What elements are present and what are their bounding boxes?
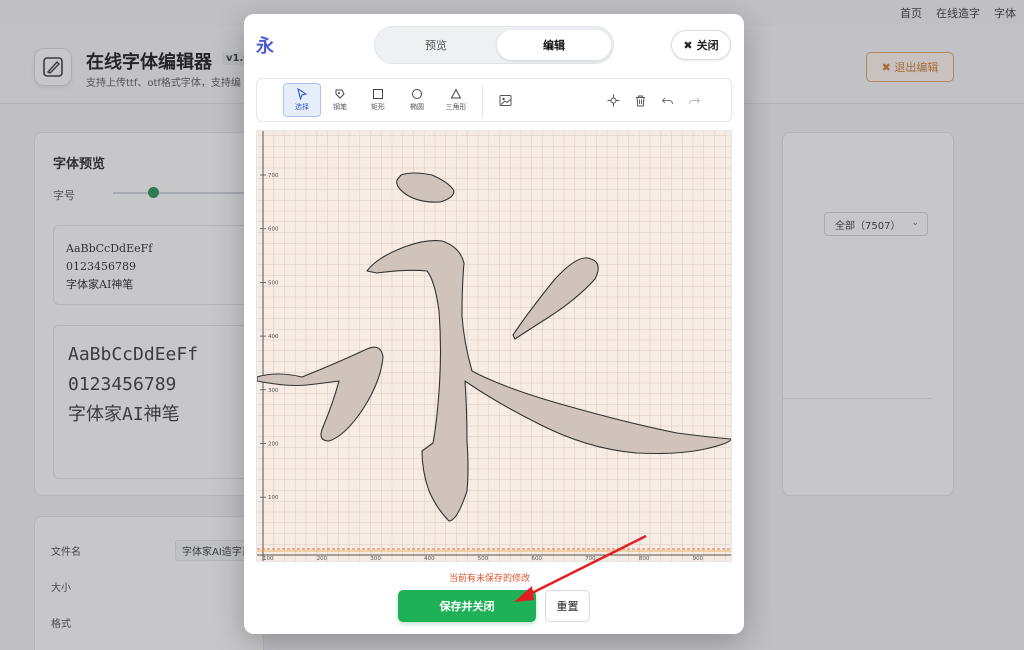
crosshair-icon[interactable] bbox=[605, 92, 621, 108]
pen-icon bbox=[335, 89, 345, 99]
tool-pen[interactable]: 钢笔 bbox=[321, 83, 359, 117]
save-and-close-button[interactable]: 保存并关闭 bbox=[398, 590, 536, 622]
cursor-icon bbox=[297, 88, 308, 100]
x-tick-label: 500 bbox=[478, 556, 489, 561]
tool-label: 矩形 bbox=[371, 103, 385, 111]
close-button[interactable]: ✖ 关闭 bbox=[671, 30, 731, 60]
x-tick-label: 800 bbox=[639, 556, 650, 561]
x-tick-label: 900 bbox=[693, 556, 704, 561]
trash-icon[interactable] bbox=[632, 92, 648, 108]
close-label: 关闭 bbox=[696, 39, 719, 52]
y-tick-label: 100 bbox=[268, 495, 279, 501]
square-icon bbox=[373, 89, 383, 99]
y-tick-label: 200 bbox=[268, 442, 279, 448]
x-tick-label: 300 bbox=[370, 556, 381, 561]
triangle-icon bbox=[450, 88, 462, 99]
y-tick-label: 300 bbox=[268, 388, 279, 394]
mode-switch: 预览 编辑 bbox=[374, 26, 614, 64]
tool-ellipse[interactable]: 椭圆 bbox=[398, 83, 436, 117]
reset-button[interactable]: 重置 bbox=[545, 590, 590, 622]
x-tick-label: 400 bbox=[424, 556, 435, 561]
y-tick-label: 500 bbox=[268, 280, 279, 286]
glyph-canvas-svg[interactable]: 700 600 500 400 300 200 100 100 200 300 400 500 600 7… bbox=[257, 131, 731, 561]
tab-edit[interactable]: 编辑 bbox=[497, 30, 611, 60]
undo-icon[interactable] bbox=[659, 92, 675, 108]
toolbar-divider bbox=[482, 85, 483, 117]
y-tick-label: 400 bbox=[268, 334, 279, 340]
x-tick-label: 200 bbox=[317, 556, 328, 561]
glyph-canvas[interactable]: 700 600 500 400 300 200 100 100 200 300 400 500 600 7… bbox=[256, 130, 732, 562]
close-icon: ✖ bbox=[683, 38, 693, 52]
tool-triangle[interactable]: 三角形 bbox=[437, 83, 475, 117]
circle-icon bbox=[412, 89, 422, 99]
tool-label: 椭圆 bbox=[410, 103, 424, 111]
x-tick-label: 600 bbox=[532, 556, 543, 561]
current-glyph-char: 永 bbox=[256, 36, 274, 57]
glyph-editor-modal: 永 预览 编辑 ✖ 关闭 选择 钢笔 矩形 椭圆 三角形 700 600 500… bbox=[244, 14, 744, 634]
x-tick-label: 100 bbox=[263, 556, 274, 561]
image-icon[interactable] bbox=[497, 92, 513, 108]
tab-preview[interactable]: 预览 bbox=[379, 30, 493, 60]
tool-label: 钢笔 bbox=[333, 103, 347, 111]
tool-select[interactable]: 选择 bbox=[283, 83, 321, 117]
tool-label: 选择 bbox=[295, 103, 309, 111]
tool-label: 三角形 bbox=[445, 103, 467, 111]
y-tick-label: 600 bbox=[268, 227, 279, 233]
editor-toolbar: 选择 钢笔 矩形 椭圆 三角形 bbox=[256, 78, 732, 122]
tool-rect[interactable]: 矩形 bbox=[359, 83, 397, 117]
unsaved-changes-note: 当前有未保存的修改 bbox=[449, 574, 531, 584]
y-tick-label: 700 bbox=[268, 173, 279, 179]
canvas-background bbox=[257, 131, 731, 561]
x-tick-label: 700 bbox=[585, 556, 596, 561]
redo-icon[interactable] bbox=[686, 92, 702, 108]
